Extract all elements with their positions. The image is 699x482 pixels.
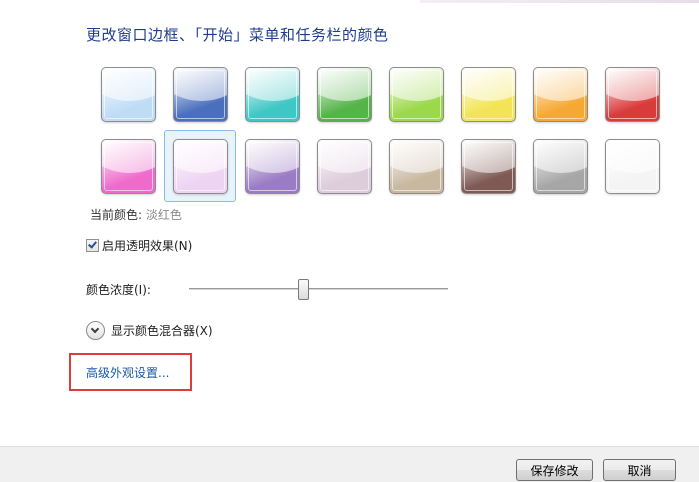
color-swatch[interactable] xyxy=(524,58,596,130)
color-swatch-grid xyxy=(96,62,662,202)
checkmark-icon xyxy=(88,238,97,249)
color-swatch-tile[interactable] xyxy=(317,67,372,122)
color-mixer-toggle[interactable]: 显示颜色混合器(X) xyxy=(86,321,213,340)
color-swatch[interactable] xyxy=(452,130,524,202)
color-swatch-tile[interactable] xyxy=(245,139,300,194)
transparency-label[interactable]: 启用透明效果(N) xyxy=(102,237,192,254)
color-swatch[interactable] xyxy=(308,130,380,202)
transparency-checkbox[interactable] xyxy=(86,238,99,252)
color-swatch[interactable] xyxy=(92,130,164,202)
intensity-slider-track[interactable] xyxy=(189,288,448,291)
color-swatch[interactable] xyxy=(596,58,668,130)
color-swatch-tile[interactable] xyxy=(245,67,300,122)
cancel-button[interactable]: 取消 xyxy=(603,459,676,481)
color-swatch[interactable] xyxy=(164,130,236,202)
color-swatch-tile[interactable] xyxy=(605,67,660,122)
color-swatch-tile[interactable] xyxy=(173,67,228,122)
color-swatch[interactable] xyxy=(236,58,308,130)
save-button[interactable]: 保存修改 xyxy=(516,459,593,481)
color-swatch[interactable] xyxy=(452,58,524,130)
color-swatch-tile[interactable] xyxy=(533,67,588,122)
current-color-text: 当前颜色: 淡红色 xyxy=(90,206,182,223)
color-swatch[interactable] xyxy=(380,58,452,130)
color-mixer-label[interactable]: 显示颜色混合器(X) xyxy=(111,322,213,339)
color-swatch-tile[interactable] xyxy=(533,139,588,194)
color-swatch[interactable] xyxy=(164,58,236,130)
window-top-edge xyxy=(0,0,699,5)
color-swatch-tile[interactable] xyxy=(461,67,516,122)
transparency-option[interactable]: 启用透明效果(N) xyxy=(86,237,192,253)
advanced-appearance-link[interactable]: 高级外观设置... xyxy=(86,364,169,381)
page-title: 更改窗口边框、「开始」菜单和任务栏的颜色 xyxy=(86,26,389,44)
color-swatch[interactable] xyxy=(308,58,380,130)
color-swatch[interactable] xyxy=(236,130,308,202)
intensity-label: 颜色浓度(I): xyxy=(86,283,151,297)
color-swatch-tile[interactable] xyxy=(173,139,228,194)
color-swatch-tile[interactable] xyxy=(389,139,444,194)
color-swatch-tile[interactable] xyxy=(101,139,156,194)
button-bar xyxy=(0,446,699,482)
color-swatch[interactable] xyxy=(596,130,668,202)
color-swatch-tile[interactable] xyxy=(605,139,660,194)
color-swatch-tile[interactable] xyxy=(101,67,156,122)
color-swatch-tile[interactable] xyxy=(461,139,516,194)
current-color-label: 当前颜色: xyxy=(90,208,143,222)
color-swatch-tile[interactable] xyxy=(317,139,372,194)
color-swatch-tile[interactable] xyxy=(389,67,444,122)
color-swatch[interactable] xyxy=(92,58,164,130)
chevron-down-icon[interactable] xyxy=(86,321,105,340)
color-swatch[interactable] xyxy=(524,130,596,202)
current-color-value: 淡红色 xyxy=(145,208,182,222)
color-swatch[interactable] xyxy=(380,130,452,202)
intensity-slider-thumb[interactable] xyxy=(297,279,309,300)
